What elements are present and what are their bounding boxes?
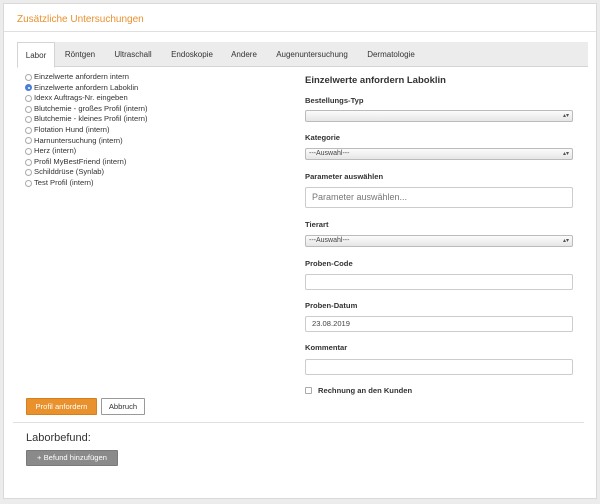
tab-roentgen[interactable]: Röntgen [59,42,101,67]
radio-label: Herz (intern) [34,146,77,156]
tab-augenuntersuchung[interactable]: Augenuntersuchung [271,42,353,67]
request-profile-button[interactable]: Profil anfordern [26,398,97,415]
radio-label: Profil MyBestFriend (intern) [34,156,127,166]
radio-button[interactable] [25,158,32,166]
proben-datum-label: Proben-Datum [305,301,358,310]
rechnung-checkbox[interactable] [305,387,312,394]
proben-code-input[interactable] [305,274,573,290]
tab-dermatologie[interactable]: Dermatologie [361,42,421,67]
parameter-label: Parameter auswählen [305,172,384,181]
kommentar-input[interactable] [305,359,573,375]
radio-button[interactable] [25,73,32,81]
radio-label: Flotation Hund (intern) [34,124,110,134]
panel-title: Zusätzliche Untersuchungen [17,14,144,25]
bestellungs-typ-label: Bestellungs-Typ [305,96,364,105]
radio-label: Blutchemie - kleines Profil (intern) [34,114,148,124]
title-divider [4,31,596,32]
proben-datum-input[interactable]: 23.08.2019 [305,316,573,332]
radio-label: Test Profil (intern) [34,177,94,187]
section-divider [13,422,584,423]
radio-label: Idexx Auftrags-Nr. eingeben [34,93,128,103]
radio-option[interactable]: Blutchemie - kleines Profil (intern) [25,114,148,125]
kategorie-value: ---Auswahl--- [309,150,350,157]
radio-option[interactable]: Einzelwerte anfordern Laboklin [25,83,148,94]
tab-endoskopie[interactable]: Endoskopie [166,42,218,67]
profile-radio-list: Einzelwerte anfordern intern Einzelwerte… [25,72,148,189]
radio-option[interactable]: Idexx Auftrags-Nr. eingeben [25,93,148,104]
radio-button-selected[interactable] [25,84,32,92]
kommentar-label: Kommentar [305,343,348,352]
rechnung-label: Rechnung an den Kunden [318,386,413,395]
radio-label: Einzelwerte anfordern intern [34,72,129,81]
radio-label: Schilddrüse (Synlab) [34,167,105,177]
kategorie-label: Kategorie [305,133,341,142]
tierart-select[interactable]: ---Auswahl--- ▴▾ [305,235,573,247]
radio-button[interactable] [25,116,32,124]
radio-button[interactable] [25,94,32,102]
kategorie-select[interactable]: ---Auswahl--- ▴▾ [305,148,573,160]
cancel-button[interactable]: Abbruch [101,398,145,415]
radio-button[interactable] [25,105,32,113]
radio-option[interactable]: Test Profil (intern) [25,178,148,189]
select-arrows-icon: ▴▾ [562,113,569,119]
radio-label: Einzelwerte anfordern Laboklin [34,82,139,92]
select-arrows-icon: ▴▾ [562,151,569,157]
tab-labor[interactable]: Labor [17,42,55,68]
radio-label: Harnuntersuchung (intern) [34,135,123,145]
tierart-value: ---Auswahl--- [309,237,350,244]
radio-button[interactable] [25,137,32,145]
rechnung-checkbox-row[interactable]: Rechnung an den Kunden [305,386,412,395]
tab-andere[interactable]: Andere [226,42,262,67]
radio-option[interactable]: Blutchemie - großes Profil (intern) [25,104,148,115]
laborbefund-title: Laborbefund: [26,432,91,444]
form-title: Einzelwerte anfordern Laboklin [305,75,446,86]
radio-button[interactable] [25,179,32,187]
radio-button[interactable] [25,169,32,177]
tab-bar: Labor Röntgen Ultraschall Endoskopie And… [17,42,588,68]
tierart-label: Tierart [305,220,329,229]
radio-label: Blutchemie - großes Profil (intern) [34,103,148,113]
radio-button[interactable] [25,126,32,134]
radio-button[interactable] [25,147,32,155]
parameter-input[interactable]: Parameter auswählen... [305,187,573,208]
proben-code-label: Proben-Code [305,259,353,268]
radio-option[interactable]: Harnuntersuchung (intern) [25,136,148,147]
tab-ultraschall[interactable]: Ultraschall [108,42,158,67]
add-finding-button[interactable]: + Befund hinzufügen [26,450,118,466]
radio-option[interactable]: Herz (intern) [25,146,148,157]
select-arrows-icon: ▴▾ [562,238,569,244]
radio-option[interactable]: Flotation Hund (intern) [25,125,148,136]
radio-option[interactable]: Einzelwerte anfordern intern [25,72,148,83]
radio-option[interactable]: Profil MyBestFriend (intern) [25,157,148,168]
radio-option[interactable]: Schilddrüse (Synlab) [25,167,148,178]
bestellungs-typ-select[interactable]: ▴▾ [305,110,573,122]
